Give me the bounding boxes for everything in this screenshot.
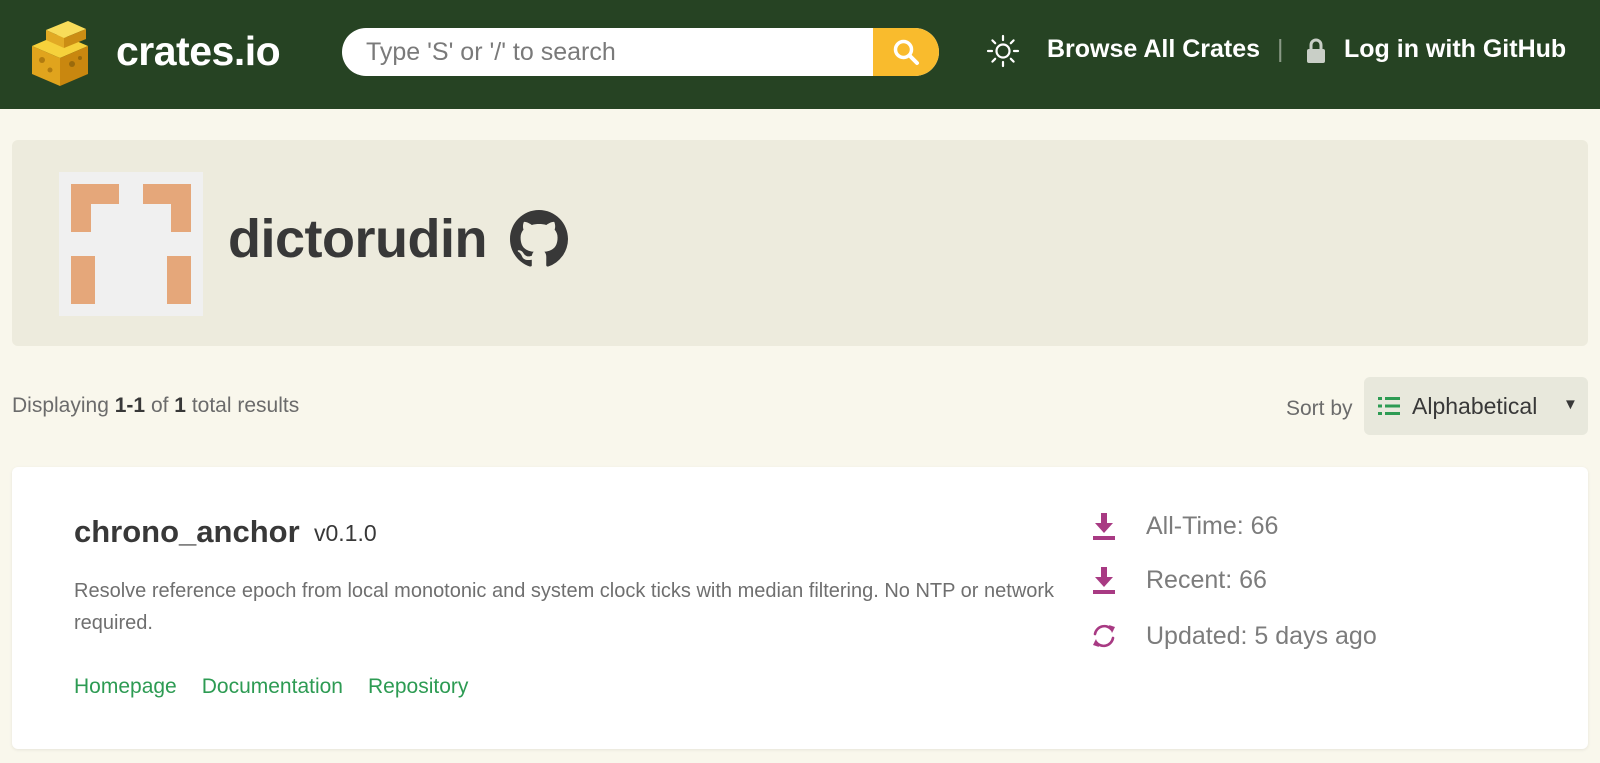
results-suffix: total results	[191, 394, 300, 417]
user-profile-header: dictorudin	[12, 140, 1588, 346]
repository-link[interactable]: Repository	[368, 675, 468, 699]
results-summary: Displaying 1-1 of 1 total results	[12, 394, 299, 418]
search-button[interactable]	[873, 28, 939, 76]
header-divider: |	[1277, 35, 1284, 63]
recent-downloads: Recent: 66	[1090, 562, 1267, 598]
page-title: dictorudin	[228, 209, 487, 269]
brand-name[interactable]: crates.io	[116, 28, 281, 75]
download-icon	[1093, 567, 1115, 594]
crate-description: Resolve reference epoch from local monot…	[74, 580, 1055, 634]
sort-dropdown[interactable]: Alphabetical ▼	[1364, 377, 1588, 435]
results-range: 1-1	[114, 394, 146, 417]
results-of: of	[150, 394, 169, 417]
sort-value: Alphabetical	[1412, 393, 1538, 419]
crates-logo-icon[interactable]	[28, 18, 92, 88]
documentation-link[interactable]: Documentation	[202, 675, 343, 699]
recent-downloads-text: Recent: 66	[1146, 565, 1267, 594]
avatar	[59, 172, 203, 316]
refresh-icon	[1093, 624, 1115, 648]
last-updated-text: Updated: 5 days ago	[1146, 621, 1377, 650]
last-updated: Updated: 5 days ago	[1090, 618, 1377, 654]
top-navbar: crates.io Browse All Crates | Log in wit…	[0, 0, 1600, 109]
all-time-downloads-text: All-Time: 66	[1146, 511, 1279, 540]
crate-links: Homepage Documentation Repository	[74, 675, 468, 699]
results-total: 1	[174, 394, 186, 417]
sort-label: Sort by	[1286, 397, 1353, 420]
results-prefix: Displaying	[12, 394, 109, 417]
homepage-link[interactable]: Homepage	[74, 675, 177, 699]
chevron-down-icon: ▼	[1563, 396, 1578, 413]
download-icon	[1093, 513, 1115, 540]
crate-version: v0.1.0	[314, 520, 377, 546]
search-bar	[342, 28, 939, 76]
login-github-link[interactable]: Log in with GitHub	[1344, 35, 1566, 64]
search-input[interactable]	[342, 28, 872, 76]
browse-all-crates-link[interactable]: Browse All Crates	[1047, 35, 1260, 64]
github-icon[interactable]	[510, 210, 568, 268]
search-icon	[893, 39, 919, 65]
list-icon	[1378, 397, 1400, 415]
crate-list-item: chrono_anchor v0.1.0 Resolve reference e…	[12, 467, 1588, 749]
sun-icon[interactable]	[986, 34, 1020, 68]
all-time-downloads: All-Time: 66	[1090, 508, 1278, 544]
lock-icon	[1307, 38, 1325, 63]
crate-name-link[interactable]: chrono_anchor	[74, 514, 300, 550]
